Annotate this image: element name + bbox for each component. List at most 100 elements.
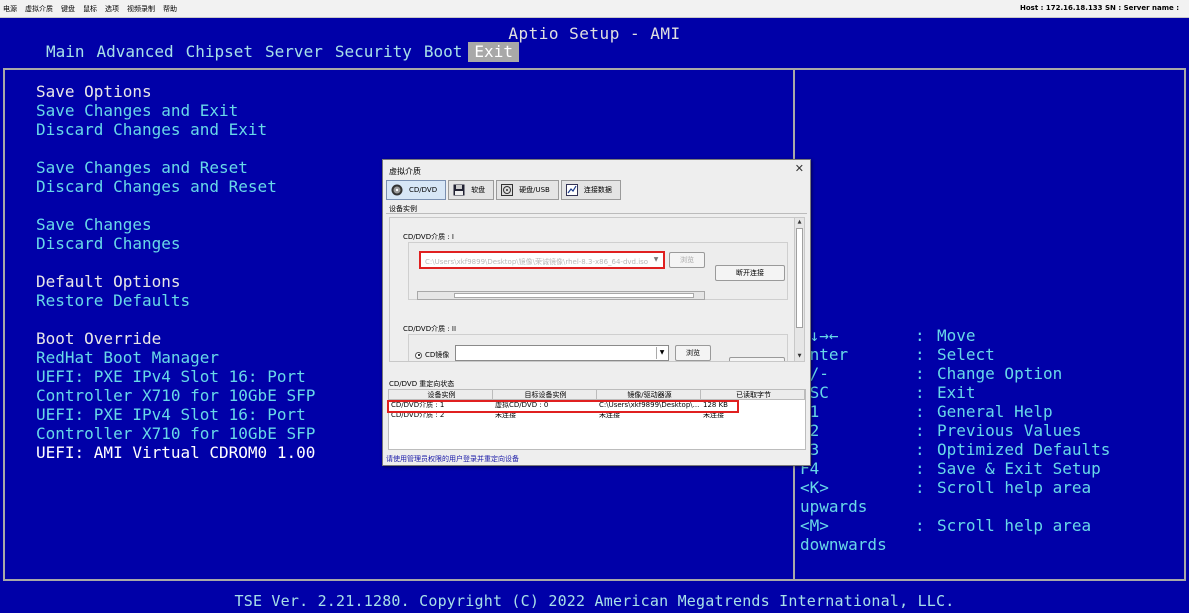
disc-icon [391, 184, 403, 196]
tab-server[interactable]: Server [259, 42, 329, 62]
save-changes-item[interactable]: Save Changes [36, 215, 315, 234]
chevron-down-icon[interactable]: ▼ [656, 347, 667, 359]
help-row: downwards [800, 535, 1185, 554]
discard-changes-item[interactable]: Discard Changes [36, 234, 315, 253]
help-separator [915, 535, 937, 554]
kvm-menu-video-record[interactable]: 视频录制 [127, 4, 155, 14]
column-header: 设备实例 [389, 390, 493, 399]
table-cell: CD/DVD介质 : 2 [391, 411, 445, 419]
discard-changes-and-exit-item[interactable]: Discard Changes and Exit [36, 120, 315, 139]
help-row: +/-: Change Option [800, 364, 1185, 383]
table-cell: C:\Users\xkf9899\Desktop\... [599, 401, 700, 409]
help-key: F2 [800, 421, 915, 440]
kvm-menu-keyboard[interactable]: 键盘 [61, 4, 75, 14]
tab-connection-data[interactable]: 连接数据 [560, 180, 621, 200]
tab-boot[interactable]: Boot [418, 42, 469, 62]
tab-exit[interactable]: Exit [468, 42, 519, 62]
uefi-pxe-port-1-item-cont[interactable]: Controller X710 for 10GbE SFP [36, 386, 315, 405]
help-separator: : [915, 402, 925, 421]
close-icon[interactable]: ✕ [795, 163, 804, 174]
tab-advanced[interactable]: Advanced [91, 42, 180, 62]
tab-cd-dvd-label: CD/DVD [409, 186, 438, 194]
redhat-boot-manager-item[interactable]: RedHat Boot Manager [36, 348, 315, 367]
uefi-pxe-port-2-item[interactable]: UEFI: PXE IPv4 Slot 16: Port [36, 405, 315, 424]
help-description: Scroll help area [937, 478, 1092, 497]
help-key: downwards [800, 535, 887, 554]
kvm-toolbar: 电源 虚拟介质 键盘 鼠标 选项 视频录制 帮助 Host : 172.16.1… [0, 0, 1189, 18]
help-description: Save & Exit Setup [937, 459, 1101, 478]
uefi-ami-virtual-cdrom-item[interactable]: UEFI: AMI Virtual CDROM0 1.00 [36, 443, 315, 462]
cd1-image-path-field[interactable]: C:\Users\xkf9899\Desktop\镜像\荣诚镜像\rhel-8.… [419, 251, 665, 269]
default-options-heading: Default Options [36, 272, 181, 291]
cd2-image-radio[interactable]: CD镜像 [415, 350, 449, 360]
scroll-up-icon[interactable]: ▲ [795, 218, 804, 227]
scroll-thumb[interactable] [454, 293, 694, 298]
cd1-disconnect-button[interactable]: 断开连接 [715, 265, 785, 281]
help-key: <M> [800, 516, 829, 535]
help-row: F2: Previous Values [800, 421, 1185, 440]
cd2-image-path-field[interactable]: ▼ [455, 345, 669, 361]
device-vertical-scrollbar[interactable]: ▲ ▼ [794, 218, 804, 361]
help-row: F3: Optimized Defaults [800, 440, 1185, 459]
help-key: +/- [800, 364, 829, 383]
tab-cd-dvd[interactable]: CD/DVD [386, 180, 447, 200]
table-cell: 未连接 [495, 411, 516, 419]
kvm-menu-virtual-media[interactable]: 虚拟介质 [25, 4, 53, 14]
bios-footer: TSE Ver. 2.21.1280. Copyright (C) 2022 A… [234, 592, 955, 610]
help-row: ↑↓→←: Move [800, 326, 1185, 345]
chevron-down-icon[interactable]: ▼ [651, 256, 661, 266]
kvm-menu-mouse[interactable]: 鼠标 [83, 4, 97, 14]
divider [386, 213, 807, 214]
help-separator: : [915, 516, 925, 535]
discard-changes-and-reset-item[interactable]: Discard Changes and Reset [36, 177, 315, 196]
help-separator: : [915, 326, 925, 345]
help-separator: : [915, 440, 925, 459]
help-description: Move [937, 326, 976, 345]
help-panel: ↑↓→←: Move Enter: Select +/-: Change Option ES… [793, 68, 1186, 581]
cd2-connect-button[interactable]: 连接 [729, 357, 785, 361]
tab-floppy[interactable]: 软盘 [448, 180, 495, 200]
restore-defaults-item[interactable]: Restore Defaults [36, 291, 315, 310]
tab-chipset[interactable]: Chipset [180, 42, 259, 62]
tab-security[interactable]: Security [329, 42, 418, 62]
cd2-label: CD/DVD介质 : II [403, 325, 457, 333]
dialog-title: 虚拟介质 [389, 167, 421, 176]
tab-main[interactable]: Main [46, 42, 91, 62]
cd1-browse-button[interactable]: 浏览 [669, 252, 705, 268]
kvm-menu-power[interactable]: 电源 [3, 4, 17, 14]
table-row[interactable]: CD/DVD介质 : 2 未连接 未连接 未连接 [389, 410, 805, 420]
save-changes-and-exit-item[interactable]: Save Changes and Exit [36, 101, 315, 120]
cd1-horizontal-scrollbar[interactable] [417, 291, 705, 300]
cd1-label: CD/DVD介质 : I [403, 233, 454, 241]
device-scroll-area: CD/DVD介质 : I C:\Users\xkf9899\Desktop\镜像… [389, 217, 805, 362]
cd1-box: C:\Users\xkf9899\Desktop\镜像\荣诚镜像\rhel-8.… [408, 242, 788, 300]
kvm-menu-help[interactable]: 帮助 [163, 4, 177, 14]
help-row: <M>: Scroll help area [800, 516, 1185, 535]
save-changes-and-reset-item[interactable]: Save Changes and Reset [36, 158, 315, 177]
kvm-menu-bar: 电源 虚拟介质 键盘 鼠标 选项 视频录制 帮助 [3, 4, 177, 14]
column-header: 已读取字节 [701, 390, 805, 399]
table-row[interactable]: CD/DVD介质 : 1 虚拟CD/DVD : 0 C:\Users\xkf98… [389, 400, 805, 410]
dialog-status-message: 请使用管理员权限的用户登录并重定向设备 [386, 455, 519, 463]
cd2-box: CD镜像 ▼ 浏览 连接 [408, 334, 788, 361]
floppy-icon [453, 184, 465, 196]
uefi-pxe-port-1-item[interactable]: UEFI: PXE IPv4 Slot 16: Port [36, 367, 315, 386]
help-description: Optimized Defaults [937, 440, 1111, 459]
help-key: ↑↓→← [800, 326, 839, 345]
tab-harddisk-usb[interactable]: 硬盘/USB [496, 180, 559, 200]
kvm-menu-options[interactable]: 选项 [105, 4, 119, 14]
scroll-thumb[interactable] [796, 228, 803, 328]
table-cell: 未连接 [599, 411, 620, 419]
radio-selected-icon[interactable] [415, 351, 422, 359]
cd2-browse-button[interactable]: 浏览 [675, 345, 711, 361]
uefi-pxe-port-2-item-cont[interactable]: Controller X710 for 10GbE SFP [36, 424, 315, 443]
tab-connection-data-label: 连接数据 [583, 186, 612, 194]
scroll-down-icon[interactable]: ▼ [795, 352, 804, 361]
help-description: Scroll help area [937, 516, 1092, 535]
help-row: upwards [800, 497, 1185, 516]
help-row: ESC: Exit [800, 383, 1185, 402]
